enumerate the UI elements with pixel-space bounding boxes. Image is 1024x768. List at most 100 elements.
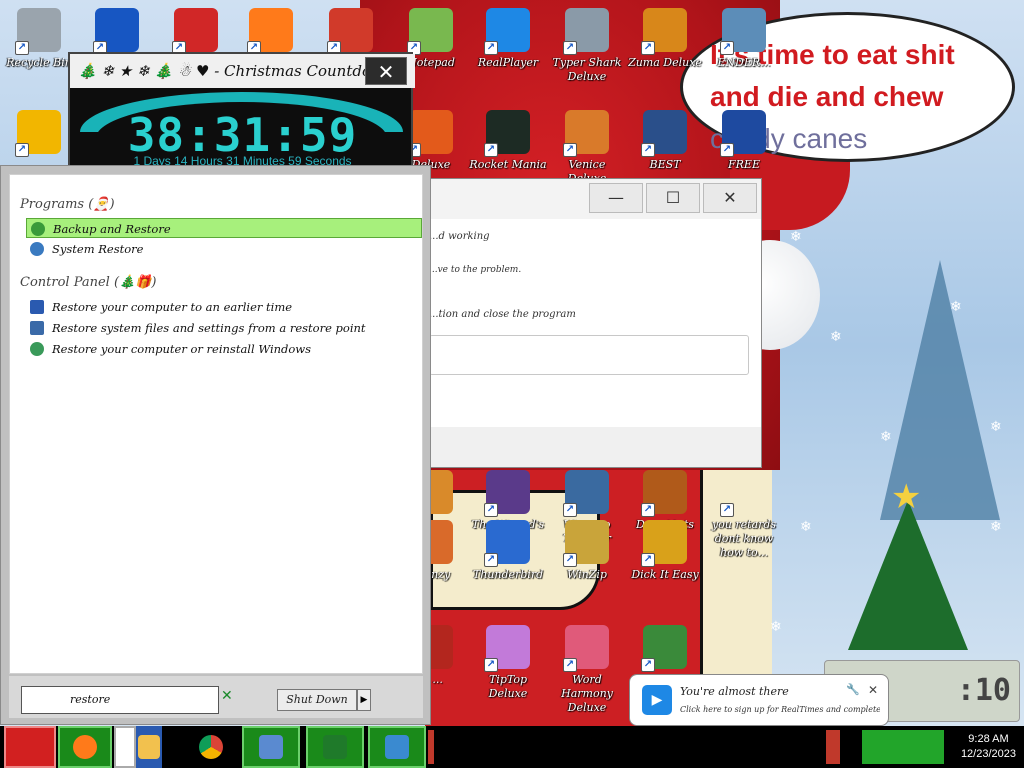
restore-point-icon — [30, 321, 44, 335]
start-button[interactable] — [4, 726, 56, 768]
word-harmony-icon: ↗ — [563, 625, 609, 672]
snowflake-icon: ❄ — [950, 299, 962, 315]
desktop-icon[interactable]: ↗Venice Deluxe — [548, 110, 626, 186]
desktop-icon[interactable]: ↗ — [157, 8, 235, 56]
result-backup-and-restore[interactable]: Backup and Restore — [26, 218, 422, 238]
notification-settings-icon[interactable]: 🔧 — [846, 683, 860, 696]
torii-gate-icon: ↗ — [327, 8, 373, 55]
taskbar-app-2[interactable] — [368, 726, 426, 768]
desktop-icon[interactable]: ↗ FREE — [705, 110, 783, 172]
taskbar-chrome[interactable] — [188, 726, 234, 768]
notification-title: You're almost there — [680, 685, 789, 698]
clear-search-icon[interactable]: ✕ — [221, 688, 233, 704]
taskbar-app[interactable] — [114, 726, 136, 768]
maximize-button[interactable]: ☐ — [646, 183, 700, 213]
desktop-icon[interactable]: ↗ — [0, 110, 78, 158]
control-panel-header: Control Panel (🎄🎁) — [20, 275, 157, 290]
desktop-icon-label: Rocket Mania — [469, 158, 547, 171]
shutdown-button[interactable]: Shut Down — [277, 689, 357, 711]
desktop-icon[interactable]: ↗ Typer Shark Deluxe — [548, 8, 626, 84]
desktop-icon[interactable]: ↗ — [626, 625, 704, 673]
system-tray-icons[interactable] — [862, 730, 944, 764]
spy-icon: ↗ — [641, 470, 687, 517]
notification-close-button[interactable]: ✕ — [868, 683, 878, 697]
desktop-icon[interactable]: ↗ Zuma Deluxe — [626, 8, 704, 70]
desktop-icon-label: ENDER... — [717, 56, 771, 69]
shortcut-arrow-icon: ↗ — [641, 553, 655, 567]
app-2-icon: ↗ — [93, 8, 139, 55]
desktop-icon[interactable]: ↗ Word Harmony Deluxe — [548, 625, 626, 715]
result-reinstall-windows[interactable]: Restore your computer or reinstall Windo… — [26, 339, 422, 359]
desktop-icon[interactable]: ↗ — [312, 8, 390, 56]
search-input[interactable]: restore — [21, 686, 219, 714]
taskbar-countdown[interactable] — [306, 726, 364, 768]
winzip-icon: ↗ — [563, 520, 609, 567]
taskbar-control-panel[interactable] — [242, 726, 300, 768]
venice-icon: ↗ — [563, 110, 609, 157]
shortcut-arrow-icon: ↗ — [563, 553, 577, 567]
desktop-icon[interactable]: ↗ Thunderbird — [469, 520, 547, 582]
notification-body: Click here to sign up for RealTimes and … — [680, 705, 880, 714]
desktop-icon-label: Thunderbird — [472, 568, 544, 581]
notepad-icon: ↗ — [407, 8, 453, 55]
desktop-icon-label: BEST — [649, 158, 681, 171]
desktop-icon[interactable]: ↗ BEST — [626, 110, 704, 172]
shortcut-arrow-icon: ↗ — [484, 143, 498, 157]
desktop-icon[interactable]: ↗ ENDER... — [705, 8, 783, 70]
shutdown-options-arrow-icon[interactable]: ▶ — [357, 689, 371, 711]
shortcut-arrow-icon: ↗ — [641, 503, 655, 517]
folder-icon — [138, 735, 160, 759]
thunderbird-icon: ↗ — [484, 520, 530, 567]
snowflake-icon: ❄ — [830, 329, 842, 345]
result-system-restore[interactable]: System Restore — [26, 239, 422, 259]
shortcut-arrow-icon: ↗ — [720, 503, 734, 517]
control-panel-icon — [259, 735, 283, 759]
taskbar-firefox[interactable] — [58, 726, 112, 768]
close-button[interactable]: ✕ — [703, 183, 757, 213]
shortcut-arrow-icon: ↗ — [641, 143, 655, 157]
desktop-icon[interactable]: ↗ you retards dont know how to... — [705, 470, 783, 560]
de-icon: ↗ — [641, 520, 687, 567]
taskbar-clock[interactable]: 9:28 AM 12/23/2023 — [961, 732, 1016, 762]
free-icon: ↗ — [720, 110, 766, 157]
aimp-icon: ↗ — [15, 110, 61, 157]
backup-restore-icon — [31, 222, 45, 236]
result-restore-earlier-time[interactable]: Restore your computer to an earlier time — [26, 297, 422, 317]
recovery-icon — [30, 342, 44, 356]
result-restore-point[interactable]: Restore system files and settings from a… — [26, 318, 422, 338]
desktop-icon-label: Word Harmony Deluxe — [561, 673, 613, 714]
shortcut-arrow-icon: ↗ — [484, 553, 498, 567]
error-dialog-heading: ...d working — [429, 231, 490, 242]
minimize-button[interactable]: — — [589, 183, 643, 213]
error-dialog-option-box[interactable] — [429, 335, 749, 375]
desktop-icon[interactable]: ↗ Dick It Easy — [626, 520, 704, 582]
error-dialog-text: ...ve to the problem. — [429, 265, 522, 275]
desktop-icon[interactable]: ↗ Rocket Mania — [469, 110, 547, 172]
desktop-icon[interactable]: ↗ Recycle Bin — [0, 8, 78, 70]
realplayer-notification[interactable]: ▶ You're almost there Click here to sign… — [629, 674, 889, 726]
taskbar-file-explorer[interactable] — [136, 726, 162, 768]
desktop-icon-label: Typer Shark Deluxe — [552, 56, 622, 83]
shortcut-arrow-icon: ↗ — [484, 658, 498, 672]
shortcut-arrow-icon: ↗ — [720, 143, 734, 157]
desktop-icon-label: TipTop Deluxe — [488, 673, 528, 700]
desktop-icon-label: Recycle Bin — [6, 56, 72, 69]
text-icon: ↗ — [720, 470, 766, 517]
realplayer-icon: ↗ — [484, 8, 530, 55]
error-dialog-option[interactable]: ...tion and close the program — [429, 309, 576, 320]
desktop-icon[interactable]: ↗ — [232, 8, 310, 56]
wizard-pen-icon: ↗ — [484, 470, 530, 517]
desktop-icon[interactable]: ↗ — [78, 8, 156, 56]
desktop-icon[interactable]: ↗ RealPlayer — [469, 8, 547, 70]
desktop-icon-label: Zuma Deluxe — [628, 56, 702, 69]
shortcut-arrow-icon: ↗ — [720, 41, 734, 55]
window-icon: ↗ — [720, 8, 766, 55]
countdown-close-button[interactable]: ✕ — [365, 57, 407, 85]
desktop-icon[interactable]: ↗ WinZip — [548, 520, 626, 582]
desktop-icon-label: RealPlayer — [477, 56, 539, 69]
start-menu-results: Programs (🎅) Backup and Restore System R… — [9, 174, 423, 674]
desktop-icon[interactable]: ↗ TipTop Deluxe — [469, 625, 547, 701]
result-label: Restore your computer to an earlier time — [52, 300, 293, 314]
snowflake-icon: ❄ — [990, 419, 1002, 435]
snowflake-icon: ❄ — [880, 429, 892, 445]
